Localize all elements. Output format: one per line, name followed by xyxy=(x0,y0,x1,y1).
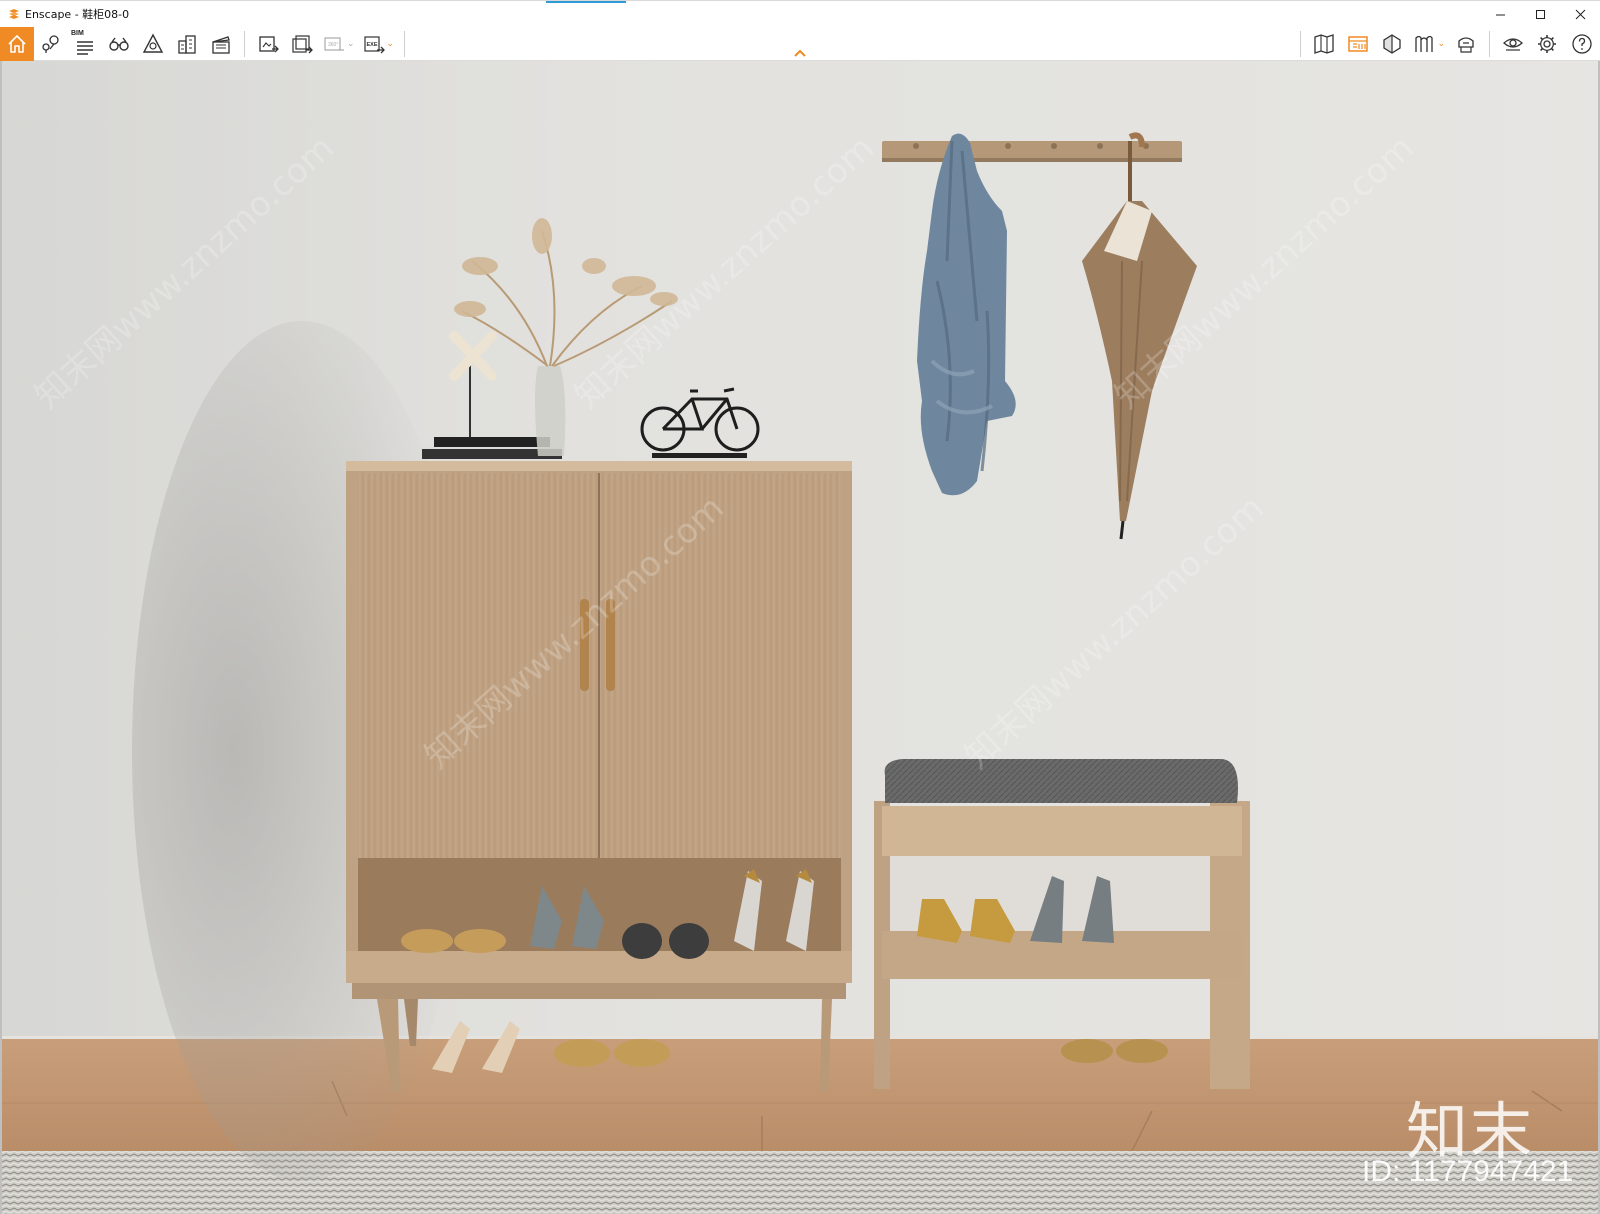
export-dropdown-chevron-icon[interactable]: ⌄ xyxy=(387,38,395,49)
window-title: Enscape - 鞋柜08-0 xyxy=(25,8,130,21)
map-pin-button[interactable] xyxy=(34,27,68,61)
svg-text:EXE: EXE xyxy=(366,42,377,48)
views-icon xyxy=(1415,35,1434,52)
toolbar-separator xyxy=(1300,30,1302,57)
binoculars-icon xyxy=(109,37,129,51)
render-viewport[interactable]: 知末网www.znzmo.com 知末网www.znzmo.com 知末网www… xyxy=(0,61,1600,1214)
watermark-id: ID: 1177947421 xyxy=(1362,1155,1574,1188)
batch-render-icon xyxy=(292,34,313,53)
section-icon xyxy=(142,33,164,53)
screenshot-button[interactable] xyxy=(251,27,285,61)
home-icon xyxy=(8,34,26,53)
exe-export-icon: EXE xyxy=(363,35,385,53)
buildings-icon xyxy=(178,34,196,54)
material-editor-button[interactable] xyxy=(1341,27,1375,61)
export-exe-button[interactable]: EXE xyxy=(359,27,389,61)
title-bar: Enscape - 鞋柜08-0 xyxy=(0,0,1600,27)
settings-button[interactable] xyxy=(1530,27,1564,61)
title-accent-line xyxy=(546,1,626,3)
maximize-button[interactable] xyxy=(1520,1,1560,28)
enscape-logo-icon xyxy=(9,9,19,19)
vr-button[interactable] xyxy=(1449,27,1483,61)
clapperboard-button[interactable] xyxy=(204,27,238,61)
toolbar-separator xyxy=(244,30,245,57)
views-button[interactable] xyxy=(1409,27,1439,61)
views-dropdown-chevron-icon[interactable]: ⌄ xyxy=(1437,38,1445,49)
minimize-icon xyxy=(1495,14,1505,16)
visual-settings-button[interactable] xyxy=(1496,27,1530,61)
window-controls xyxy=(1480,1,1600,28)
minimap-button[interactable] xyxy=(1307,27,1341,61)
minimize-button[interactable] xyxy=(1480,1,1520,28)
bim-button[interactable]: BIM xyxy=(68,27,102,61)
minimap-icon xyxy=(1314,33,1335,54)
section-button[interactable] xyxy=(136,27,170,61)
batch-render-button[interactable] xyxy=(285,27,319,61)
toolbar-collapse-chevron-icon[interactable] xyxy=(792,47,808,59)
close-button[interactable] xyxy=(1560,1,1600,28)
svg-text:360°: 360° xyxy=(328,42,338,48)
binoculars-button[interactable] xyxy=(102,27,136,61)
buildings-button[interactable] xyxy=(170,27,204,61)
help-button[interactable] xyxy=(1564,27,1600,61)
bim-label: BIM xyxy=(71,29,84,37)
asset-library-button[interactable] xyxy=(1375,27,1409,61)
maximize-icon xyxy=(1535,10,1545,19)
vr-headset-icon xyxy=(1458,36,1474,53)
screenshot-icon xyxy=(259,35,279,52)
panorama-360-icon: 360° xyxy=(324,36,344,51)
help-icon xyxy=(1572,33,1592,54)
panorama-dropdown-chevron-icon[interactable]: ⌄ xyxy=(347,38,355,49)
toolbar-separator xyxy=(1489,30,1490,57)
map-pin-icon xyxy=(42,34,59,53)
panorama-button[interactable]: 360° xyxy=(319,27,349,61)
clapperboard-icon xyxy=(212,35,230,54)
eye-settings-icon xyxy=(1503,37,1523,51)
close-icon xyxy=(1575,9,1585,20)
asset-library-icon xyxy=(1383,33,1402,54)
toolbar-separator xyxy=(404,30,406,57)
home-button[interactable] xyxy=(0,26,34,61)
material-editor-icon xyxy=(1348,35,1369,52)
gear-icon xyxy=(1538,34,1556,53)
